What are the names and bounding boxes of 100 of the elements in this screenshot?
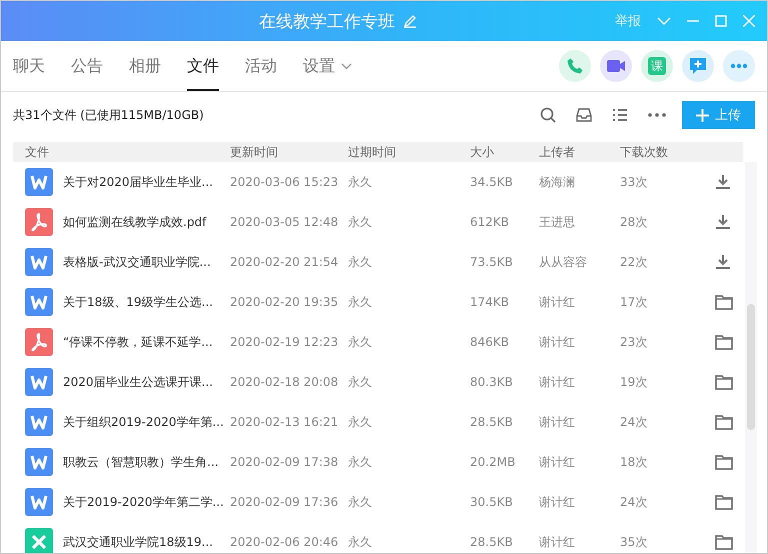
download-button[interactable] — [715, 214, 731, 230]
folder-icon — [715, 374, 733, 390]
upload-button[interactable]: 上传 — [682, 101, 755, 129]
file-name[interactable]: 关于组织2019-2020学年第... — [63, 414, 230, 430]
search-button[interactable] — [540, 107, 556, 123]
file-name[interactable]: 关于对2020届毕业生毕业... — [63, 174, 230, 190]
updated-time: 2020-03-05 12:48 — [230, 215, 340, 229]
download-button[interactable] — [715, 254, 731, 270]
uploader-name: 谢计红 — [539, 294, 576, 310]
folder-icon — [715, 494, 733, 510]
file-size: 846KB — [470, 335, 510, 349]
expiry-time: 永久 — [348, 174, 373, 190]
file-name[interactable]: 武汉交通职业学院18级19... — [63, 534, 230, 550]
expiry-time: 永久 — [348, 334, 373, 350]
column-header[interactable]: 大小 — [470, 144, 539, 160]
uploader-name: 谢计红 — [539, 454, 576, 470]
updated-time: 2020-02-20 21:54 — [230, 255, 340, 269]
column-header[interactable]: 文件 — [25, 144, 230, 160]
uploader-name: 谢计红 — [539, 334, 576, 350]
updated-time: 2020-02-13 16:21 — [230, 415, 340, 429]
scrollbar[interactable] — [745, 162, 757, 553]
expiry-time: 永久 — [348, 214, 373, 230]
folder-button[interactable] — [715, 294, 733, 310]
expiry-time: 永久 — [348, 454, 373, 470]
file-summary: 共31个文件 (已使用115MB/10GB) — [13, 106, 205, 124]
download-count: 33次 — [620, 174, 648, 190]
download-count: 19次 — [620, 374, 648, 390]
download-count: 23次 — [620, 334, 648, 350]
file-name[interactable]: 关于18级、19级学生公选... — [63, 294, 230, 310]
updated-time: 2020-02-18 20:08 — [230, 375, 340, 389]
column-header[interactable]: 更新时间 — [230, 144, 348, 160]
download-count: 18次 — [620, 454, 648, 470]
inbox-button[interactable] — [576, 107, 592, 123]
file-size: 28.5KB — [470, 415, 514, 429]
file-size: 174KB — [470, 295, 510, 309]
folder-button[interactable] — [715, 374, 733, 390]
more-button[interactable] — [723, 50, 755, 82]
file-size: 80.3KB — [470, 375, 514, 389]
file-size: 30.5KB — [470, 495, 514, 509]
folder-icon — [715, 454, 733, 470]
expiry-time: 永久 — [348, 414, 373, 430]
uploader-name: 王进思 — [539, 214, 576, 230]
folder-icon — [715, 534, 733, 550]
updated-time: 2020-02-19 12:23 — [230, 335, 340, 349]
file-name[interactable]: 关于2019-2020学年第二学... — [63, 494, 230, 510]
tab[interactable]: 聊天 — [13, 41, 45, 91]
tab[interactable]: 相册 — [129, 41, 161, 91]
tab[interactable]: 设置 — [303, 41, 352, 91]
download-icon — [715, 254, 731, 270]
file-name[interactable]: 2020届毕业生公选课开课... — [63, 374, 230, 390]
file-name[interactable]: “停课不停教，延课不延学... — [63, 334, 230, 350]
download-count: 35次 — [620, 534, 648, 550]
folder-button[interactable] — [715, 334, 733, 350]
uploader-name: 谢计红 — [539, 374, 576, 390]
more-icon — [730, 63, 748, 69]
phone-icon — [566, 57, 584, 75]
download-count: 17次 — [620, 294, 648, 310]
uploader-name: 谢计红 — [539, 414, 576, 430]
expiry-time: 永久 — [348, 374, 373, 390]
folder-icon — [715, 414, 733, 430]
folder-icon — [715, 294, 733, 310]
file-size: 73.5KB — [470, 255, 514, 269]
file-name[interactable]: 如何监测在线教学成效.pdf — [63, 214, 230, 230]
plus-icon — [696, 108, 709, 122]
edit-icon[interactable] — [403, 14, 417, 28]
expiry-time: 永久 — [348, 294, 373, 310]
expiry-time: 永久 — [348, 494, 373, 510]
phone-button[interactable] — [559, 50, 591, 82]
download-icon — [715, 214, 731, 230]
video-call-button[interactable] — [600, 50, 632, 82]
chevron-down-icon — [341, 62, 352, 70]
window-title: 在线教学工作专班 — [259, 10, 395, 32]
download-count: 22次 — [620, 254, 648, 270]
folder-button[interactable] — [715, 414, 733, 430]
download-count: 28次 — [620, 214, 648, 230]
folder-button[interactable] — [715, 534, 733, 550]
updated-time: 2020-02-09 17:36 — [230, 495, 340, 509]
column-header[interactable]: 过期时间 — [348, 144, 470, 160]
expiry-time: 永久 — [348, 534, 373, 550]
file-size: 34.5KB — [470, 175, 514, 189]
file-name[interactable]: 职教云（智慧职教）学生角... — [63, 454, 230, 470]
column-header[interactable]: 下载次数 — [620, 144, 707, 160]
tab[interactable]: 活动 — [245, 41, 277, 91]
file-size: 20.2MB — [470, 455, 516, 469]
updated-time: 2020-02-06 20:46 — [230, 535, 340, 549]
uploader-name: 谢计红 — [539, 494, 576, 510]
list-view-button[interactable] — [612, 108, 628, 122]
download-count: 24次 — [620, 494, 648, 510]
more-button[interactable] — [648, 113, 666, 117]
folder-icon — [715, 334, 733, 350]
folder-button[interactable] — [715, 454, 733, 470]
file-name[interactable]: 表格版-武汉交通职业学院... — [63, 254, 230, 270]
tab[interactable]: 文件 — [187, 41, 219, 91]
add-chat-button[interactable] — [682, 50, 714, 82]
download-button[interactable] — [715, 174, 731, 190]
download-icon — [715, 174, 731, 190]
updated-time: 2020-03-06 15:23 — [230, 175, 340, 189]
column-header[interactable]: 上传者 — [539, 144, 620, 160]
folder-button[interactable] — [715, 494, 733, 510]
tab[interactable]: 公告 — [71, 41, 103, 91]
